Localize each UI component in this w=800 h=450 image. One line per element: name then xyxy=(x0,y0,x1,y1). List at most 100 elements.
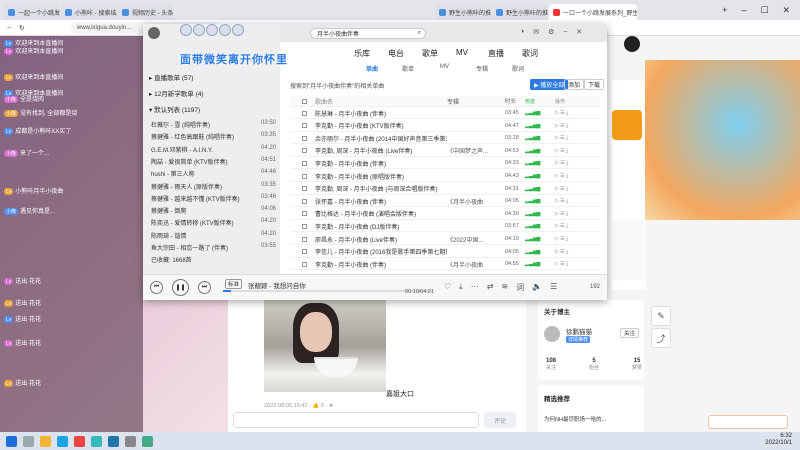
player-avatar[interactable] xyxy=(148,27,160,39)
lyric-icon[interactable]: 词 xyxy=(516,282,524,293)
song-row[interactable]: 李克勤 - 月半小夜曲 (原唱版伴奏) 04:43 ▂▃▅▆ ▷ ☰ ⤓ xyxy=(290,171,600,182)
nav-tab-live[interactable]: 直播 xyxy=(488,48,504,59)
row-actions-icon[interactable]: ▷ ☰ ⤓ xyxy=(555,223,568,229)
next-icon[interactable]: ⏭ xyxy=(198,281,211,294)
author-name[interactable]: 徐鹏猫猫 xyxy=(566,326,592,336)
subtab-songs[interactable]: 单曲 xyxy=(366,64,378,73)
subtab-albums[interactable]: 专辑 xyxy=(476,64,488,73)
left-list-item[interactable]: 陈雨琦 - 谐情 04:20 xyxy=(151,231,276,240)
song-row[interactable]: 李克勤 - 月半小夜曲 (KTV版伴奏) 04:47 ▂▃▅▆ ▷ ☰ ⤓ xyxy=(290,121,600,132)
reload-icon[interactable]: ↻ xyxy=(19,24,25,32)
app-icon[interactable] xyxy=(74,435,85,447)
row-checkbox[interactable] xyxy=(302,123,307,129)
eq-icon[interactable]: ≋ xyxy=(501,282,508,293)
maximize-icon[interactable]: ☐ xyxy=(760,5,768,16)
nav-tab-radio[interactable]: 电台 xyxy=(388,48,404,59)
settings-icon[interactable]: ⚙ xyxy=(548,28,554,36)
left-list-item[interactable]: 蔡健雅 - 倒爬 04:06 xyxy=(151,206,276,215)
playlist-group[interactable]: ▸ 12月新学歌单 (4) xyxy=(149,88,204,98)
row-actions-icon[interactable]: ▷ ☰ ⤓ xyxy=(555,173,568,179)
song-row[interactable]: 张怀嘉 - 月半小夜曲 (伴奏) 《月半小夜曲 04:05 ▂▃▅▆ ▷ ☰ ⤓ xyxy=(290,196,600,208)
left-list-item[interactable]: 陈奕迅 - 爱情转移 (KTV版伴奏) 04:20 xyxy=(151,218,276,227)
row-actions-icon[interactable]: ▷ ☰ ⤓ xyxy=(555,261,568,267)
progress-track[interactable] xyxy=(223,290,433,292)
edge-icon[interactable] xyxy=(57,435,68,447)
comment-send-button[interactable]: 评论 xyxy=(484,412,516,428)
download-button[interactable]: 下载 xyxy=(584,79,605,90)
left-list-item[interactable]: G.E.M.邓紫棋 - A.I.N.Y. 04:20 xyxy=(151,145,276,154)
row-actions-icon[interactable]: ▷ ☰ ⤓ xyxy=(555,135,568,141)
app-icon[interactable] xyxy=(91,435,102,447)
row-checkbox[interactable] xyxy=(302,211,307,217)
row-actions-icon[interactable]: ▷ ☰ ⤓ xyxy=(555,186,568,192)
author-avatar[interactable] xyxy=(544,326,560,342)
row-checkbox[interactable] xyxy=(302,110,307,116)
row-checkbox[interactable] xyxy=(302,223,307,229)
song-row[interactable]: 李克勤 - 月半小夜曲 (伴奏) 04:33 ▂▃▅▆ ▷ ☰ ⤓ xyxy=(290,158,600,170)
browser-tab[interactable]: 野生小熊咔的推荐_头条搜索× xyxy=(435,4,491,20)
quality-tag[interactable]: 标准 xyxy=(225,279,243,289)
song-row[interactable]: 李克勤, 周深 - 月半小夜曲 (与周深合唱版伴奏) 04:31 ▂▃▅▆ ▷ ☰ ⤓ xyxy=(290,184,600,195)
row-actions-icon[interactable]: ▷ ☰ ⤓ xyxy=(555,160,568,166)
notify-toast[interactable] xyxy=(708,415,788,429)
system-clock[interactable]: 6:32 2022/10/1 xyxy=(765,433,792,447)
ad-banner[interactable] xyxy=(645,60,800,220)
minimize-icon[interactable]: – xyxy=(741,5,746,15)
row-checkbox[interactable] xyxy=(302,261,307,267)
subtab-playlists[interactable]: 歌单 xyxy=(402,64,414,73)
play-all-button[interactable]: ▶ 播放全部 xyxy=(530,79,569,90)
left-list-item[interactable]: 陶喆 - 爱很简单 (KTV版伴奏) 04:51 xyxy=(151,157,276,166)
more-icon[interactable]: ⋯ xyxy=(471,282,479,293)
nav-tab-lyrics[interactable]: 歌词 xyxy=(522,48,538,59)
comment-input[interactable] xyxy=(233,412,479,428)
row-actions-icon[interactable]: ▷ ☰ ⤓ xyxy=(555,249,568,255)
browser-tab[interactable]: 野生小熊咔的推荐_头条搜索× xyxy=(492,4,548,20)
subtab-mv[interactable]: MV xyxy=(440,64,449,70)
start-icon[interactable] xyxy=(6,435,17,447)
row-actions-icon[interactable]: ▷ ☰ ⤓ xyxy=(555,148,568,154)
song-search-input[interactable]: 月半小夜曲伴奏 ⌕ xyxy=(310,28,426,39)
explorer-icon[interactable] xyxy=(40,435,51,447)
select-all-checkbox[interactable] xyxy=(302,98,307,104)
follow-button[interactable]: 关注 xyxy=(620,328,640,338)
new-tab-icon[interactable]: + xyxy=(722,5,727,15)
browser-tab[interactable]: 一起一个小跳发展系列_野生小...× xyxy=(4,4,60,20)
row-checkbox[interactable] xyxy=(302,135,307,141)
minimize-icon[interactable]: – xyxy=(563,28,567,36)
row-checkbox[interactable] xyxy=(302,160,307,166)
add-button[interactable]: 添加 xyxy=(564,79,585,90)
row-actions-icon[interactable]: ▷ ☰ ⤓ xyxy=(555,198,568,204)
promo-badge-icon[interactable] xyxy=(612,110,642,140)
row-actions-icon[interactable]: ▷ ☰ ⤓ xyxy=(555,211,568,217)
nav-tab-library[interactable]: 乐库 xyxy=(354,48,370,59)
left-list-item[interactable]: 已收藏: 1668首 xyxy=(151,255,276,264)
song-row[interactable]: 余亦丽尔 - 月半小夜曲 (2014中国好声音第三季第3期现场伴奏)03:28▂… xyxy=(290,133,600,145)
row-checkbox[interactable] xyxy=(302,148,307,154)
volume-icon[interactable]: 🔈 xyxy=(532,282,542,293)
app-icon[interactable] xyxy=(108,435,119,447)
row-checkbox[interactable] xyxy=(302,198,307,204)
left-list-item[interactable]: hushi - 第三人称 04:46 xyxy=(151,169,276,178)
playlist-group[interactable]: ▸ 直播歌单 (57) xyxy=(149,72,193,82)
subtab-lyrics[interactable]: 歌词 xyxy=(512,64,524,73)
heart-icon[interactable]: ♡ xyxy=(444,282,451,293)
song-row[interactable]: 李克勤 - 月半小夜曲 (伴奏) 《月半小夜曲 04:55 ▂▃▅▆ ▷ ☰ ⤓ xyxy=(290,259,600,271)
close-icon[interactable]: ✕ xyxy=(576,28,582,36)
song-row[interactable]: 廖昌永 - 月半小夜曲 (Live伴奏) 《2022中国... 04:10 ▂▃▅▆ ▷… xyxy=(290,234,600,245)
row-checkbox[interactable] xyxy=(302,236,307,242)
browser-tab[interactable]: 视频历史 - 头条× xyxy=(118,4,174,20)
row-actions-icon[interactable]: ▷ ☰ ⤓ xyxy=(555,236,568,242)
nav-tab-playlist[interactable]: 歌单 xyxy=(422,48,438,59)
back-icon[interactable]: ← xyxy=(6,24,13,31)
song-row[interactable]: 李克勤 - 月半小夜曲 (DJ版伴奏) 03:57 ▂▃▅▆ ▷ ☰ ⤓ xyxy=(290,221,600,233)
edit-icon[interactable]: ✎ xyxy=(651,306,671,326)
hot-recommend-item[interactable]: 为何NH最尽职场一哈的... xyxy=(544,415,606,423)
search-icon[interactable] xyxy=(23,435,34,447)
skin-icon[interactable]: ◑ xyxy=(520,28,524,36)
message-icon[interactable]: ✉ xyxy=(533,28,539,36)
loop-icon[interactable]: ⇄ xyxy=(487,282,494,293)
row-actions-icon[interactable]: ▷ ☰ ⤓ xyxy=(555,123,568,129)
left-list-item[interactable]: 鱼大宗田 - 相恋一路了 (伴奏) 03:55 xyxy=(151,243,276,252)
play-pause-icon[interactable]: ❚❚ xyxy=(172,279,189,296)
browser-tab[interactable]: 小熊咔 - 搜索结果_头条搜索× xyxy=(61,4,117,20)
